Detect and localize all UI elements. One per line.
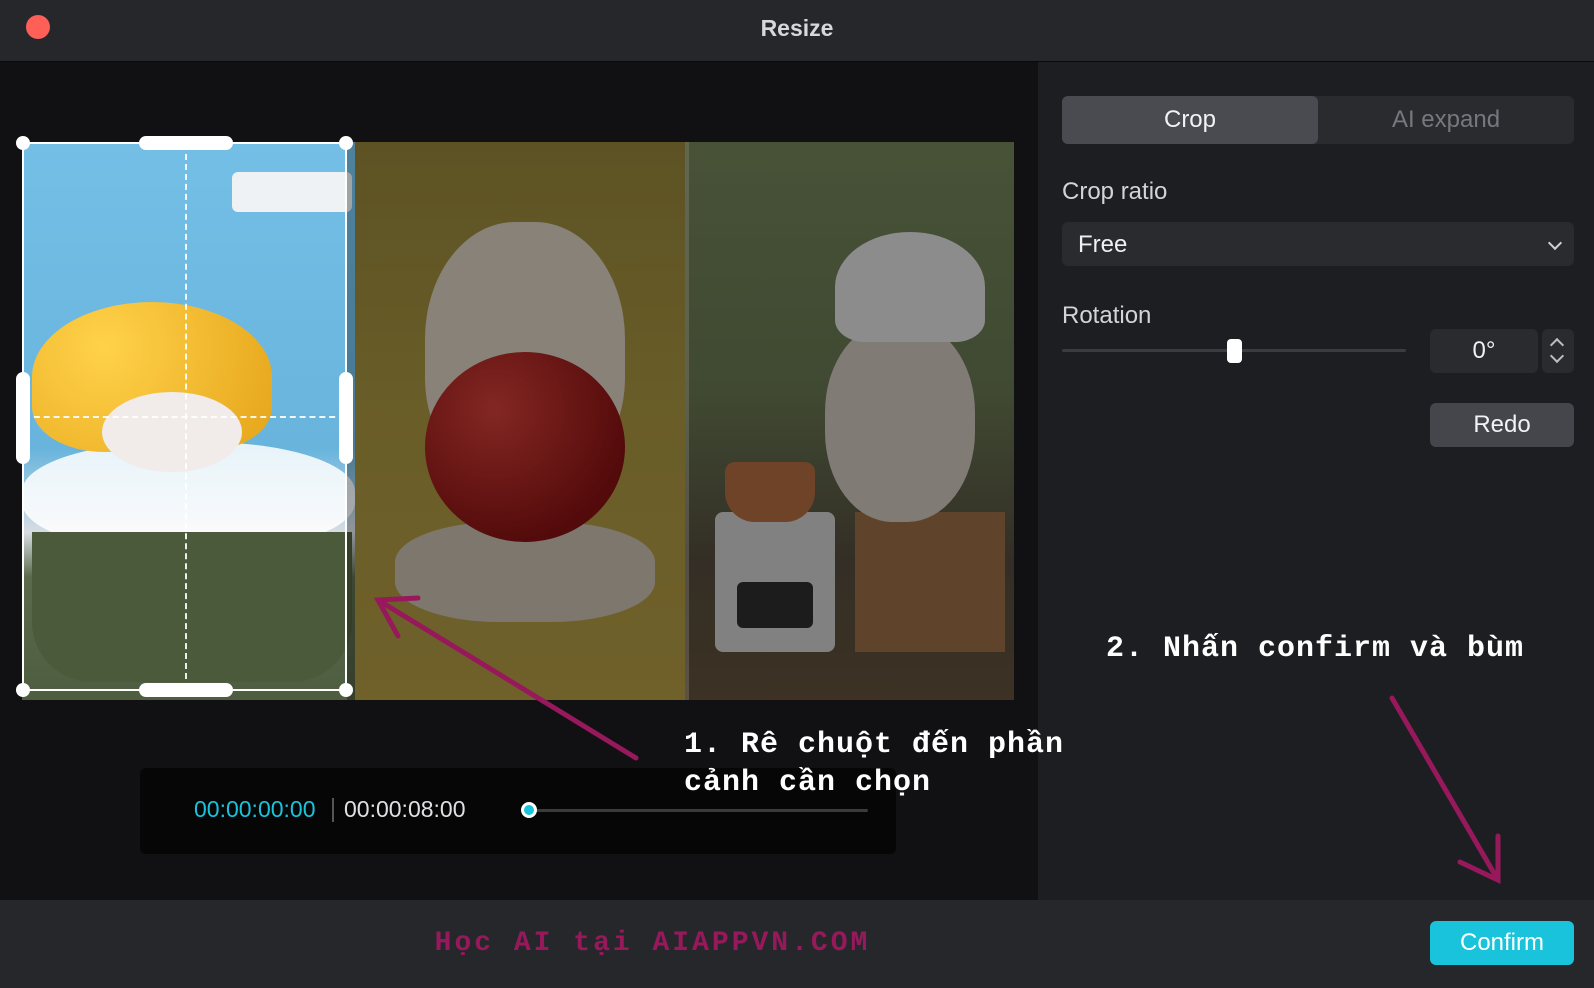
watermark-text: Học AI tại AIAPPVN.COM	[434, 928, 871, 959]
chevron-down-icon[interactable]	[1549, 348, 1565, 364]
crop-ratio-label: Crop ratio	[1062, 178, 1168, 205]
crop-handle-bottom-left[interactable]	[16, 683, 30, 697]
crop-handle-bottom[interactable]	[139, 683, 233, 697]
crop-handle-top-right[interactable]	[339, 136, 353, 150]
confirm-button[interactable]: Confirm	[1430, 921, 1574, 965]
crop-handle-bottom-right[interactable]	[339, 683, 353, 697]
crop-handle-right[interactable]	[339, 372, 353, 464]
tab-crop[interactable]: Crop	[1062, 96, 1318, 144]
current-time: 00:00:00:00	[194, 796, 316, 822]
title-bar: Resize	[0, 0, 1594, 62]
rotation-stepper[interactable]	[1542, 329, 1574, 373]
crop-handle-top[interactable]	[139, 136, 233, 150]
crop-guide-horizontal	[24, 416, 345, 418]
annotation-step-2: 2. Nhấn confirm và bùm	[1106, 632, 1525, 666]
total-time: 00:00:08:00	[344, 796, 466, 822]
redo-button[interactable]: Redo	[1430, 403, 1574, 447]
crop-handle-top-left[interactable]	[16, 136, 30, 150]
footer-bar: Học AI tại AIAPPVN.COM Confirm	[0, 900, 1594, 988]
crop-handle-left[interactable]	[16, 372, 30, 464]
tab-ai-expand[interactable]: AI expand	[1318, 96, 1574, 144]
rotation-label: Rotation	[1062, 302, 1152, 329]
mode-tabs: Crop AI expand	[1062, 96, 1574, 144]
scrub-track[interactable]	[528, 809, 868, 812]
annotation-step-1-line-2: cảnh cần chọn	[684, 766, 932, 800]
chevron-down-icon	[1547, 235, 1563, 251]
outside-crop-dim	[347, 142, 1014, 700]
rotation-input[interactable]: 0°	[1430, 329, 1538, 373]
settings-panel: Crop AI expand Crop ratio Free Rotation …	[1038, 62, 1594, 900]
playhead-handle[interactable]	[521, 802, 537, 818]
crop-box[interactable]	[16, 136, 353, 697]
annotation-step-1: 1. Rê chuột đến phần cảnh cần chọn	[684, 726, 1104, 802]
annotation-step-1-line-1: 1. Rê chuột đến phần	[684, 728, 1065, 762]
resize-window: Resize 00:00:00:00 00:00:08:00 Crop AI e…	[0, 0, 1594, 988]
crop-ratio-value: Free	[1078, 231, 1128, 258]
time-separator	[332, 798, 334, 822]
window-title: Resize	[760, 15, 834, 41]
crop-ratio-select[interactable]: Free	[1062, 222, 1574, 266]
rotation-slider-thumb[interactable]	[1226, 339, 1242, 363]
